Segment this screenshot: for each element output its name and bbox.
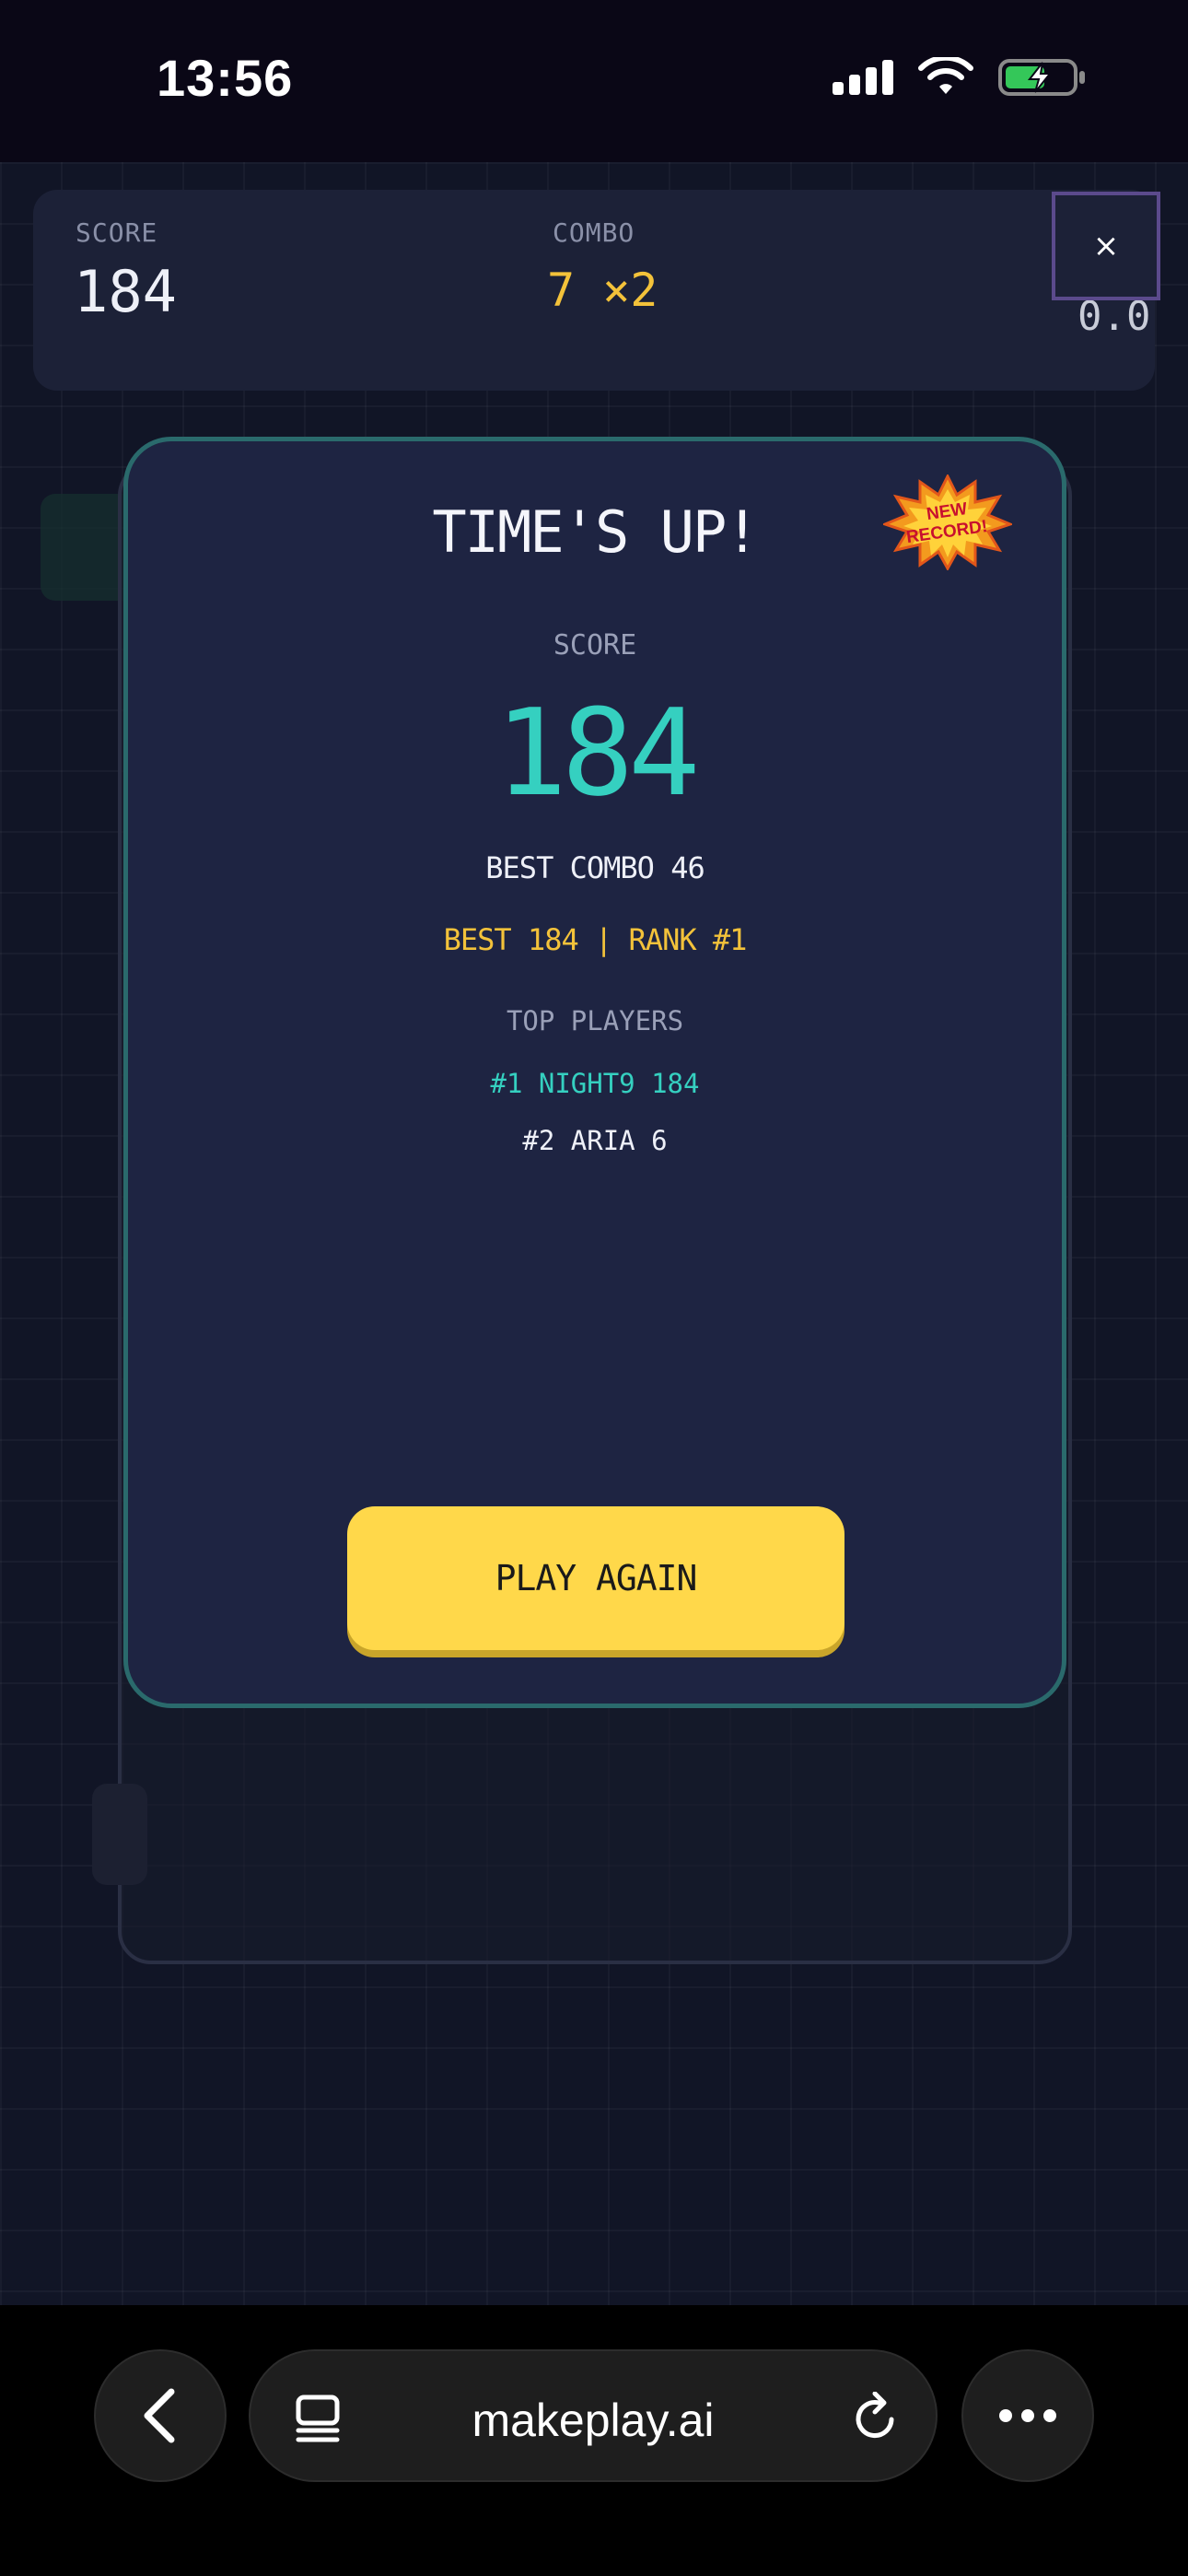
background-tile	[92, 1784, 147, 1885]
address-bar[interactable]: makeplay.ai	[249, 2349, 938, 2482]
best-rank: BEST 184 | RANK #1	[443, 922, 748, 957]
final-score: 184	[495, 683, 701, 823]
score-label: SCORE	[553, 629, 637, 662]
leaderboard-entry: #1 NIGHT9 184	[490, 1068, 700, 1099]
hud-score-value: 184	[74, 258, 177, 325]
browser-toolbar: makeplay.ai	[0, 2305, 1188, 2576]
best-combo: BEST COMBO 46	[485, 850, 705, 885]
status-icons	[833, 57, 1087, 98]
play-again-button[interactable]: PLAY AGAIN	[347, 1506, 844, 1650]
hud-combo-label: COMBO	[553, 217, 635, 248]
status-time: 13:56	[157, 49, 294, 107]
hud-score-label: SCORE	[76, 217, 158, 248]
battery-charging-icon	[998, 59, 1085, 96]
top-players-label: TOP PLAYERS	[506, 1005, 684, 1036]
wifi-icon	[918, 57, 973, 94]
back-button[interactable]	[94, 2349, 227, 2482]
close-button[interactable]: ×	[1052, 192, 1160, 300]
new-record-badge: NEW RECORD!	[883, 474, 1012, 570]
url-text: makeplay.ai	[472, 2395, 715, 2446]
hud-combo-value: 7 ×2	[547, 263, 658, 317]
more-options-button[interactable]	[961, 2349, 1094, 2482]
chevron-left-icon	[144, 2388, 175, 2443]
reload-icon[interactable]	[851, 2392, 903, 2443]
game-area: SCORE 184 COMBO 7 ×2 0.0 × TIME'S UP! NE…	[0, 162, 1188, 2305]
game-over-modal: TIME'S UP! NEW RECORD! SCORE 184 BEST CO…	[123, 437, 1066, 1708]
hud-panel: SCORE 184 COMBO 7 ×2 0.0	[33, 190, 1155, 391]
status-bar: 13:56	[0, 0, 1188, 162]
leaderboard-entry: #2 ARIA 6	[522, 1125, 668, 1156]
more-dots-icon	[999, 2409, 1056, 2422]
cellular-signal-icon	[833, 60, 893, 95]
